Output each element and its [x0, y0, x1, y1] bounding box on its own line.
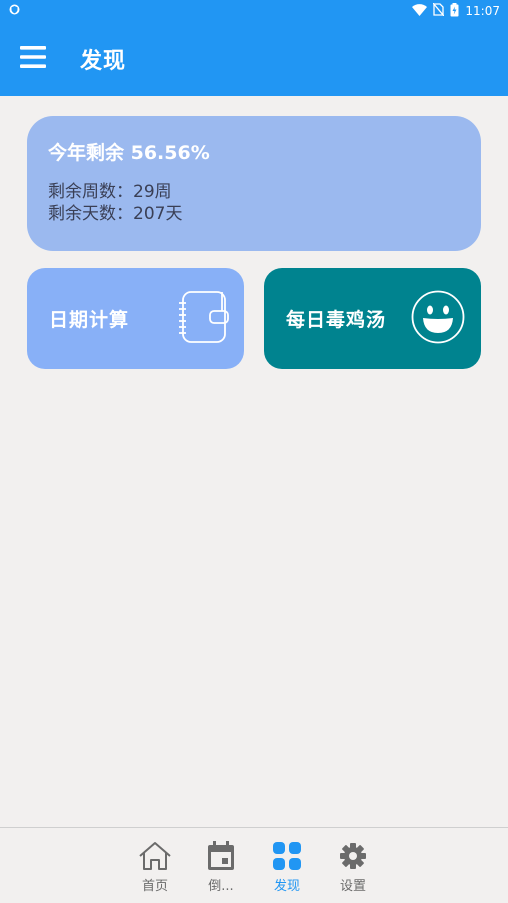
nav-label-home: 首页: [141, 879, 168, 894]
date-calculation-tile[interactable]: 日期计算: [27, 268, 244, 369]
menu-button[interactable]: [0, 22, 80, 96]
nav-label-settings: 设置: [339, 879, 366, 894]
app-bar: 发现: [0, 22, 508, 96]
gear-icon: [339, 840, 367, 872]
grid-icon: [273, 840, 301, 872]
date-calculation-label: 日期计算: [49, 309, 130, 331]
daily-soup-label: 每日毒鸡汤: [286, 309, 387, 331]
page-title: 发现: [80, 49, 127, 74]
nav-item-home[interactable]: 首页: [122, 828, 188, 903]
weeks-remaining-text: 剩余周数：29周: [48, 182, 172, 202]
days-remaining-text: 剩余天数：207天: [48, 204, 183, 224]
wifi-icon: [412, 3, 428, 19]
shield-notification-icon: [9, 4, 20, 18]
daily-soup-tile[interactable]: 每日毒鸡汤: [264, 268, 481, 369]
bottom-navigation: 首页 倒... 发现 设置: [0, 827, 508, 903]
nav-item-settings[interactable]: 设置: [320, 828, 386, 903]
nav-label-countdown: 倒...: [208, 879, 234, 894]
battery-icon: [450, 2, 459, 20]
notebook-icon: [177, 289, 229, 349]
nav-item-discover[interactable]: 发现: [254, 828, 320, 903]
nav-item-countdown[interactable]: 倒...: [188, 828, 254, 903]
calendar-icon: [207, 840, 235, 872]
year-remaining-card[interactable]: 今年剩余 56.56% 剩余周数：29周 剩余天数：207天: [27, 116, 481, 251]
home-icon: [138, 840, 172, 872]
status-bar: 11:07: [0, 0, 508, 22]
smiley-icon: [410, 289, 466, 349]
hamburger-menu-icon: [20, 46, 46, 72]
clock-time: 11:07: [465, 4, 500, 18]
nav-label-discover: 发现: [273, 879, 300, 894]
no-sim-icon: [432, 2, 445, 19]
year-remaining-title: 今年剩余 56.56%: [48, 142, 210, 164]
